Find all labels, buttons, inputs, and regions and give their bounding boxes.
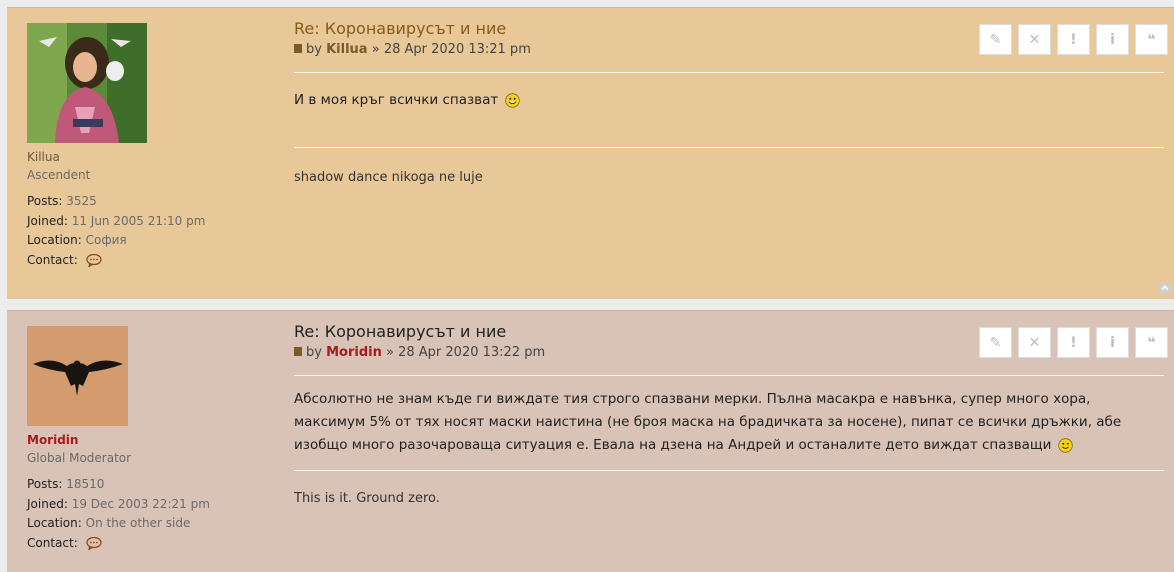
stat-location-value: On the other side	[85, 516, 191, 530]
byline-by: by	[306, 345, 322, 360]
stat-posts: Posts: 3525	[27, 192, 277, 212]
report-button[interactable]: !	[1057, 327, 1090, 358]
quote-button[interactable]: ❝	[1135, 327, 1168, 358]
profile-stats: Posts: 3525 Joined: 11 Jun 2005 21:10 pm…	[27, 192, 277, 270]
contact-bubble-icon[interactable]	[85, 536, 102, 550]
quote-icon: ❝	[1147, 334, 1156, 351]
stat-contact-label: Contact:	[27, 535, 78, 550]
stat-location: Location: On the other side	[27, 514, 277, 534]
user-avatar[interactable]	[27, 326, 128, 426]
stat-joined-value: 19 Dec 2003 22:21 pm	[71, 496, 210, 511]
stat-location: Location: София	[27, 231, 277, 251]
post-link-icon[interactable]	[294, 44, 302, 53]
pencil-icon: ✎	[989, 31, 1002, 48]
stat-joined-label: Joined:	[27, 213, 68, 228]
stat-posts-value[interactable]: 3525	[66, 194, 97, 208]
post-author[interactable]: Moridin	[326, 345, 382, 360]
stat-contact: Contact:	[27, 251, 277, 271]
post-content-text: И в моя кръг всички спазват	[294, 92, 499, 108]
info-button[interactable]: i	[1096, 327, 1129, 358]
post-date: 28 Apr 2020 13:22 pm	[398, 345, 546, 360]
stat-location-value: София	[85, 233, 127, 247]
signature-divider	[294, 470, 1164, 471]
profile-username[interactable]: Moridin	[27, 431, 277, 449]
stat-joined-label: Joined:	[27, 496, 68, 511]
user-avatar[interactable]	[27, 23, 147, 143]
wink-smiley-icon	[1058, 437, 1073, 453]
close-icon: ✕	[1028, 31, 1041, 48]
edit-button[interactable]: ✎	[979, 327, 1012, 358]
byline-by: by	[306, 42, 322, 57]
post-content: И в моя кръг всички спазват	[294, 89, 1164, 112]
stat-posts-label: Posts:	[27, 194, 63, 208]
stat-joined: Joined: 19 Dec 2003 22:21 pm	[27, 495, 277, 515]
profile-rank: Global Moderator	[27, 451, 132, 465]
stat-posts-label: Posts:	[27, 477, 63, 491]
info-icon: i	[1110, 31, 1115, 48]
post-signature: This is it. Ground zero.	[294, 491, 440, 506]
post-link-icon[interactable]	[294, 347, 302, 356]
profile-username[interactable]: Killua	[27, 148, 277, 166]
post-content: Абсолютно не знам къде ги виждате тия ст…	[294, 388, 1164, 457]
post-profile: Moridin Global Moderator Posts: 18510 Jo…	[27, 326, 277, 553]
stat-joined: Joined: 11 Jun 2005 21:10 pm	[27, 212, 277, 232]
stat-location-label: Location:	[27, 516, 82, 530]
delete-button[interactable]: ✕	[1018, 327, 1051, 358]
stat-contact: Contact:	[27, 534, 277, 554]
post-buttons: ✎ ✕ ! i ❝	[979, 327, 1168, 358]
info-icon: i	[1110, 334, 1115, 351]
info-button[interactable]: i	[1096, 24, 1129, 55]
delete-button[interactable]: ✕	[1018, 24, 1051, 55]
divider	[294, 72, 1164, 73]
back-to-top-icon[interactable]	[1158, 281, 1172, 295]
stat-joined-value: 11 Jun 2005 21:10 pm	[71, 213, 206, 228]
post-date: 28 Apr 2020 13:21 pm	[383, 42, 531, 57]
report-button[interactable]: !	[1057, 24, 1090, 55]
post-author[interactable]: Killua	[326, 42, 367, 57]
profile-stats: Posts: 18510 Joined: 19 Dec 2003 22:21 p…	[27, 475, 277, 553]
profile-rank: Ascendent	[27, 168, 91, 182]
contact-bubble-icon[interactable]	[85, 253, 102, 267]
stat-posts-value[interactable]: 18510	[66, 477, 104, 491]
signature-divider	[294, 147, 1164, 148]
quote-button[interactable]: ❝	[1135, 24, 1168, 55]
close-icon: ✕	[1028, 334, 1041, 351]
post-buttons: ✎ ✕ ! i ❝	[979, 24, 1168, 55]
quote-icon: ❝	[1147, 31, 1156, 48]
smiley-icon	[504, 92, 520, 108]
stat-contact-label: Contact:	[27, 252, 78, 267]
post-signature: shadow dance nikoga ne luje	[294, 170, 483, 185]
stat-location-label: Location:	[27, 233, 82, 247]
stat-posts: Posts: 18510	[27, 475, 277, 495]
post-1: Killua Ascendent Posts: 3525 Joined: 11 …	[7, 7, 1174, 299]
exclamation-icon: !	[1070, 31, 1077, 48]
post-2: Moridin Global Moderator Posts: 18510 Jo…	[7, 310, 1174, 572]
byline-separator: »	[371, 42, 380, 57]
post-profile: Killua Ascendent Posts: 3525 Joined: 11 …	[27, 23, 277, 270]
edit-button[interactable]: ✎	[979, 24, 1012, 55]
post-content-text: Абсолютно не знам къде ги виждате тия ст…	[294, 391, 1122, 453]
divider	[294, 375, 1164, 376]
pencil-icon: ✎	[989, 334, 1002, 351]
exclamation-icon: !	[1070, 334, 1077, 351]
byline-separator: »	[386, 345, 394, 360]
